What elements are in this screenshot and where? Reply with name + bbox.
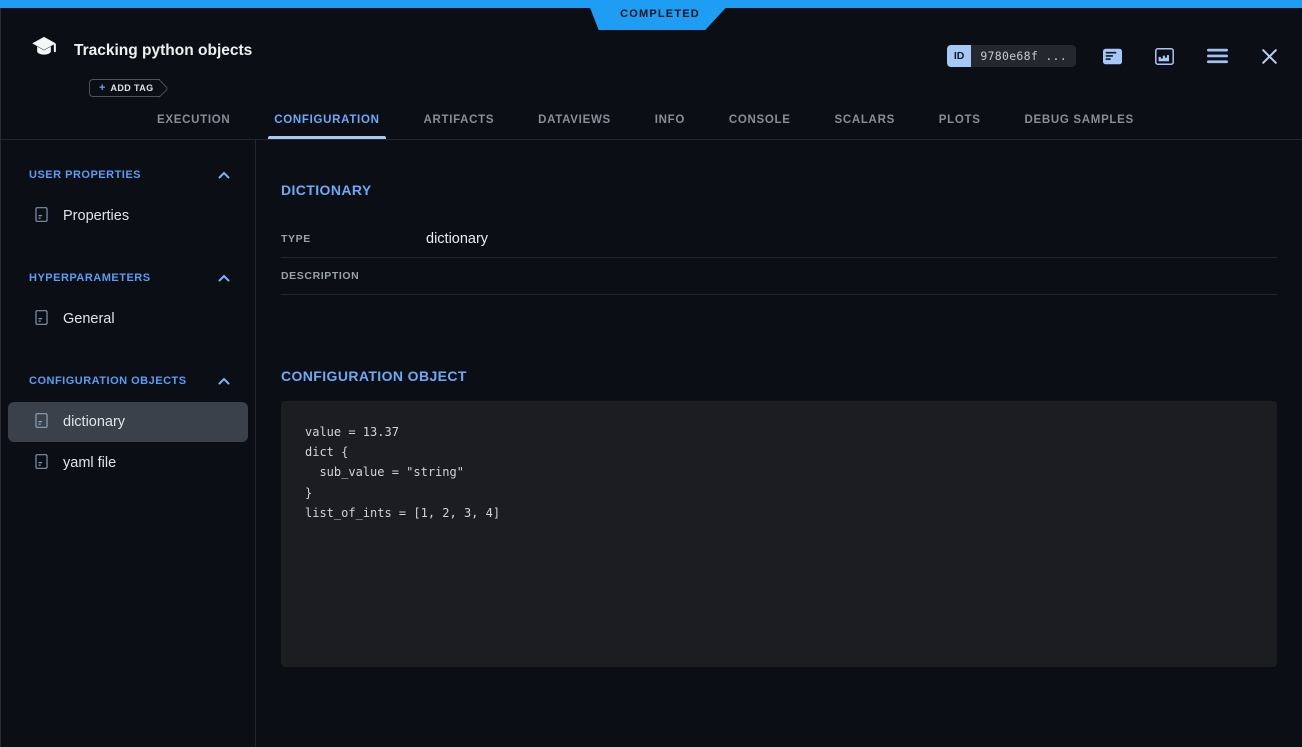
tab-console[interactable]: CONSOLE: [723, 100, 797, 139]
field-row-description: DESCRIPTION: [281, 258, 1277, 295]
configuration-detail-panel: DICTIONARY TYPE dictionary DESCRIPTION C…: [256, 140, 1302, 747]
plus-icon: +: [99, 83, 105, 94]
sidebar-item-label: General: [63, 311, 115, 327]
sidebar-item-general[interactable]: General: [8, 299, 248, 339]
experiment-type-icon: [29, 33, 59, 68]
experiment-tabs: EXECUTION CONFIGURATION ARTIFACTS DATAVI…: [1, 100, 1302, 140]
object-name-title: DICTIONARY: [281, 182, 1277, 198]
section-label: CONFIGURATION OBJECTS: [29, 375, 187, 387]
debug-image-icon[interactable]: [1153, 46, 1176, 67]
document-icon: [33, 206, 50, 227]
chevron-up-icon: [218, 372, 230, 390]
section-header-hyperparameters[interactable]: HYPERPARAMETERS: [1, 269, 255, 287]
tab-dataviews[interactable]: DATAVIEWS: [532, 100, 617, 139]
experiment-detail-window: COMPLETED Tracking python objects +: [0, 0, 1302, 747]
object-fields: TYPE dictionary DESCRIPTION: [281, 221, 1277, 295]
sidebar-item-dictionary[interactable]: dictionary: [8, 402, 248, 442]
tab-artifacts[interactable]: ARTIFACTS: [417, 100, 500, 139]
menu-icon[interactable]: [1205, 46, 1230, 66]
section-user-properties: USER PROPERTIES Properties: [1, 166, 255, 236]
field-value: dictionary: [426, 231, 488, 247]
tab-execution[interactable]: EXECUTION: [151, 100, 236, 139]
id-value: 9780e68f ...: [971, 45, 1076, 67]
details-icon[interactable]: [1101, 46, 1124, 67]
field-label: TYPE: [281, 233, 426, 245]
section-label: HYPERPARAMETERS: [29, 272, 151, 284]
tab-configuration[interactable]: CONFIGURATION: [268, 100, 385, 139]
document-icon: [33, 453, 50, 474]
close-icon[interactable]: [1259, 46, 1280, 67]
sidebar-item-label: yaml file: [63, 455, 116, 471]
section-label: USER PROPERTIES: [29, 169, 141, 181]
sidebar-item-yaml-file[interactable]: yaml file: [8, 443, 248, 483]
configuration-object-title: CONFIGURATION OBJECT: [281, 368, 1277, 384]
experiment-title: Tracking python objects: [74, 42, 252, 60]
configuration-sidebar: USER PROPERTIES Properties: [1, 140, 256, 747]
section-header-user-properties[interactable]: USER PROPERTIES: [1, 166, 255, 184]
chevron-up-icon: [218, 166, 230, 184]
tab-debug-samples[interactable]: DEBUG SAMPLES: [1018, 100, 1139, 139]
tab-scalars[interactable]: SCALARS: [828, 100, 901, 139]
tab-info[interactable]: INFO: [649, 100, 691, 139]
configuration-object-viewer[interactable]: value = 13.37 dict { sub_value = "string…: [281, 401, 1277, 667]
chevron-up-icon: [218, 269, 230, 287]
document-icon: [33, 412, 50, 433]
document-icon: [33, 309, 50, 330]
sidebar-item-label: Properties: [63, 208, 129, 224]
section-configuration-objects: CONFIGURATION OBJECTS dictionary: [1, 372, 255, 483]
add-tag-label: ADD TAG: [110, 84, 153, 93]
id-label: ID: [947, 45, 972, 67]
status-ribbon-label: COMPLETED: [620, 8, 700, 23]
add-tag-button[interactable]: + ADD TAG: [89, 79, 160, 97]
section-hyperparameters: HYPERPARAMETERS General: [1, 269, 255, 339]
section-header-configuration-objects[interactable]: CONFIGURATION OBJECTS: [1, 372, 255, 390]
configuration-object-code: value = 13.37 dict { sub_value = "string…: [305, 422, 1253, 523]
field-row-type: TYPE dictionary: [281, 221, 1277, 258]
sidebar-item-properties[interactable]: Properties: [8, 196, 248, 236]
tab-plots[interactable]: PLOTS: [933, 100, 987, 139]
experiment-id-badge[interactable]: ID 9780e68f ...: [947, 45, 1076, 67]
sidebar-item-label: dictionary: [63, 414, 125, 430]
field-label: DESCRIPTION: [281, 270, 426, 282]
